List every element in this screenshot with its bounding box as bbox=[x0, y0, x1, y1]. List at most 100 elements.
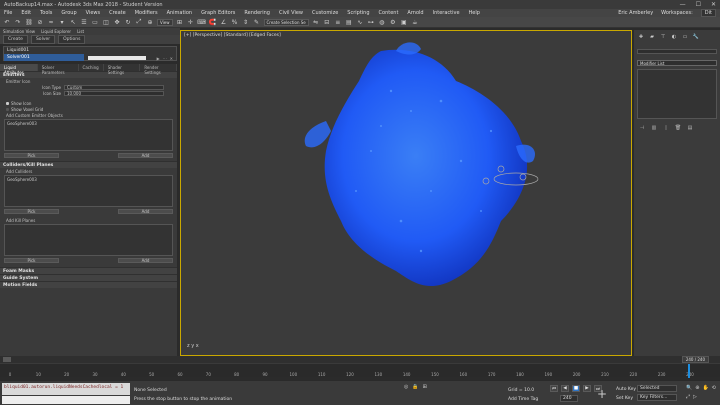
selection-lock-icon[interactable]: 🔒 bbox=[412, 384, 418, 390]
menu-group[interactable]: Group bbox=[61, 10, 76, 16]
zoom-all-icon[interactable]: ⊕ bbox=[695, 385, 699, 391]
bind-icon[interactable]: ≈ bbox=[47, 18, 55, 26]
colliders-list[interactable]: GeoSphere003 bbox=[4, 175, 173, 207]
configure-sets-icon[interactable]: ▤ bbox=[686, 124, 694, 131]
next-frame-icon[interactable]: ▶ bbox=[583, 385, 591, 392]
menu-arnold[interactable]: Arnold bbox=[407, 10, 423, 16]
foam-masks-header[interactable]: Foam Masks bbox=[0, 267, 177, 274]
time-slider-handle[interactable] bbox=[3, 357, 11, 362]
play-icon[interactable]: ■ bbox=[572, 385, 580, 392]
menu-edit[interactable]: Edit bbox=[21, 10, 31, 16]
add-key-icon[interactable]: + bbox=[597, 387, 607, 401]
undo-icon[interactable]: ↶ bbox=[3, 18, 11, 26]
utilities-tab-icon[interactable]: 🔧 bbox=[692, 33, 700, 40]
render-frame-icon[interactable]: ▣ bbox=[400, 18, 408, 26]
auto-key-button[interactable]: Auto Key bbox=[616, 385, 636, 394]
hierarchy-tab-icon[interactable]: ⊤ bbox=[659, 33, 667, 40]
mirror-icon[interactable]: ⇋ bbox=[312, 18, 320, 26]
maxscript-listener[interactable]: bliquid01.autorun.liquidNeedsCachedlocal… bbox=[2, 383, 130, 395]
pick-collider-button[interactable]: Pick bbox=[4, 209, 59, 214]
menu-interactive[interactable]: Interactive bbox=[433, 10, 460, 16]
tab-simulation-view[interactable]: Simulation View bbox=[3, 29, 35, 34]
menu-graph-editors[interactable]: Graph Editors bbox=[201, 10, 235, 16]
select-icon[interactable]: ↖ bbox=[69, 18, 77, 26]
guide-system-header[interactable]: Guide System bbox=[0, 274, 177, 281]
maxscript-input[interactable] bbox=[2, 396, 130, 404]
spinner-snap-icon[interactable]: ⇕ bbox=[242, 18, 250, 26]
play-sim-icon[interactable]: ▶ bbox=[157, 56, 160, 61]
list-item[interactable]: GeoSphere003 bbox=[7, 121, 170, 126]
menu-modifiers[interactable]: Modifiers bbox=[135, 10, 158, 16]
tab-solver-parameters[interactable]: Solver Parameters bbox=[38, 64, 79, 75]
delete-icon[interactable]: ✕ bbox=[170, 56, 173, 61]
key-selection-dropdown[interactable]: Selected bbox=[637, 385, 677, 392]
remove-modifier-icon[interactable]: 🗑 bbox=[674, 124, 682, 131]
track-bar[interactable]: 0 10 20 30 40 50 60 70 80 90 100 110 120 130 140 150 160… bbox=[0, 363, 720, 378]
layers-icon[interactable]: ≡ bbox=[334, 18, 342, 26]
keyboard-shortcut-icon[interactable]: ⌨ bbox=[197, 18, 206, 26]
menu-scripting[interactable]: Scripting bbox=[347, 10, 369, 16]
list-item[interactable]: GeoSphere003 bbox=[7, 177, 170, 182]
schematic-icon[interactable]: ⊶ bbox=[367, 18, 375, 26]
tab-caching[interactable]: Caching bbox=[79, 64, 104, 71]
tab-create[interactable]: Create bbox=[3, 35, 28, 44]
show-end-result-icon[interactable]: ▥ bbox=[650, 124, 658, 131]
field-of-view-icon[interactable]: ▷ bbox=[693, 394, 697, 400]
named-selection-dropdown[interactable]: Create Selection Se bbox=[263, 18, 309, 26]
menu-create[interactable]: Create bbox=[109, 10, 126, 16]
unlink-icon[interactable]: ⊘ bbox=[36, 18, 44, 26]
angle-snap-icon[interactable]: ∠ bbox=[220, 18, 228, 26]
menu-views[interactable]: Views bbox=[86, 10, 100, 16]
create-tab-icon[interactable]: ✚ bbox=[637, 33, 645, 40]
render-icon[interactable]: ☕ bbox=[411, 18, 419, 26]
link-icon[interactable]: ⛓ bbox=[25, 18, 33, 26]
tab-shader-settings[interactable]: Shader Settings bbox=[104, 64, 141, 75]
select-by-name-icon[interactable]: ☰ bbox=[80, 18, 88, 26]
menu-customize[interactable]: Customize bbox=[312, 10, 338, 16]
render-setup-icon[interactable]: ⚙ bbox=[389, 18, 397, 26]
prev-frame-icon[interactable]: ◀ bbox=[561, 385, 569, 392]
motion-tab-icon[interactable]: ◐ bbox=[670, 33, 678, 40]
add-emitter-button[interactable]: Add bbox=[118, 153, 173, 158]
orbit-icon[interactable]: ⟲ bbox=[712, 385, 716, 391]
object-name-field[interactable] bbox=[637, 49, 717, 54]
user-name[interactable]: Eric Amberley bbox=[618, 10, 653, 16]
kill-planes-list[interactable] bbox=[4, 224, 173, 256]
key-filters-button[interactable]: Key Filters... bbox=[637, 394, 677, 401]
tab-liquid-attributes[interactable]: Liquid Attributes bbox=[0, 64, 38, 75]
add-kill-plane-button[interactable]: Add bbox=[118, 258, 173, 263]
display-tab-icon[interactable]: ▭ bbox=[681, 33, 689, 40]
add-time-tag[interactable]: Add Time Tag bbox=[508, 397, 538, 402]
absolute-mode-icon[interactable]: ⊞ bbox=[423, 384, 427, 390]
modify-tab-icon[interactable]: ▰ bbox=[648, 33, 656, 40]
redo-icon[interactable]: ↷ bbox=[14, 18, 22, 26]
pin-stack-icon[interactable]: ⊣ bbox=[638, 124, 646, 131]
make-unique-icon[interactable]: ∣ bbox=[662, 124, 670, 131]
set-key-button[interactable]: Set Key bbox=[616, 394, 636, 403]
manipulate-icon[interactable]: ✛ bbox=[187, 18, 195, 26]
menu-civil-view[interactable]: Civil View bbox=[279, 10, 303, 16]
move-icon[interactable]: ✥ bbox=[113, 18, 121, 26]
zoom-icon[interactable]: 🔍 bbox=[686, 385, 692, 391]
scale-icon[interactable]: ⤢ bbox=[135, 18, 143, 26]
scene-explorer-icon[interactable]: ▤ bbox=[345, 18, 353, 26]
region-select-icon[interactable]: ▭ bbox=[91, 18, 99, 26]
playhead[interactable] bbox=[688, 364, 690, 378]
current-frame-input[interactable]: 240 bbox=[560, 395, 578, 402]
material-editor-icon[interactable]: ◍ bbox=[378, 18, 386, 26]
select-filter-icon[interactable]: ▾ bbox=[58, 18, 66, 26]
list-item-solver[interactable]: Solver001 bbox=[4, 54, 84, 61]
maximize-viewport-icon[interactable]: ⤢ bbox=[686, 394, 690, 400]
close-button[interactable]: ✕ bbox=[711, 1, 716, 8]
menu-animation[interactable]: Animation bbox=[167, 10, 193, 16]
minimize-button[interactable]: — bbox=[680, 1, 686, 8]
workspace-dropdown[interactable]: Dit bbox=[700, 9, 716, 17]
rotate-icon[interactable]: ↻ bbox=[124, 18, 132, 26]
add-collider-button[interactable]: Add bbox=[118, 209, 173, 214]
percent-snap-icon[interactable]: % bbox=[231, 18, 239, 26]
menu-content[interactable]: Content bbox=[379, 10, 399, 16]
reference-coord-dropdown[interactable]: View bbox=[157, 18, 173, 26]
modifier-list-dropdown[interactable]: Modifier List bbox=[637, 60, 717, 66]
modifier-stack[interactable] bbox=[637, 69, 717, 119]
place-icon[interactable]: ⊕ bbox=[146, 18, 154, 26]
